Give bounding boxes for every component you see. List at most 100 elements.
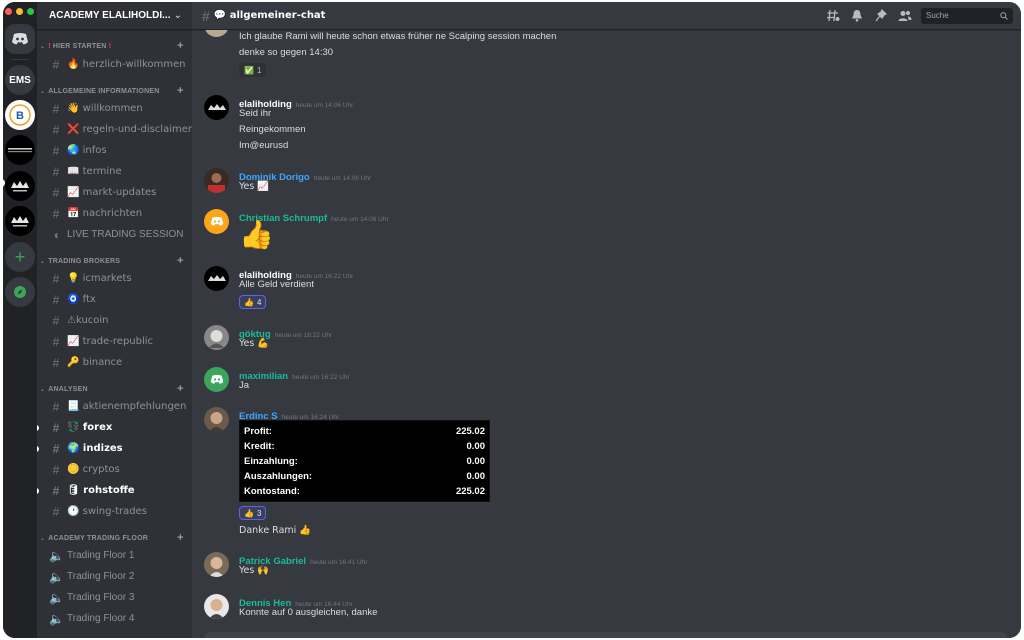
channel-rohstoffe[interactable]: # 🛢 rohstoffe: [37, 480, 192, 501]
add-channel-icon[interactable]: +: [177, 38, 184, 52]
category-label: ACADEMY TRADING FLOOR: [48, 534, 148, 542]
hash-icon: #: [52, 143, 60, 158]
avatar[interactable]: [204, 30, 229, 37]
server-elali-trading[interactable]: [5, 135, 35, 165]
category-label: ANALYSEN: [48, 385, 88, 393]
hash-icon: #: [52, 292, 60, 307]
hash-icon: #: [52, 206, 60, 221]
avatar[interactable]: [204, 266, 229, 291]
channel-sidebar: ACADEMY ELALIHOLDI... ⌄ ⌄ ! HIER STARTEN…: [37, 2, 192, 638]
hash-icon: #: [52, 483, 60, 498]
add-channel-icon[interactable]: +: [177, 381, 184, 395]
server-academy-1[interactable]: [5, 171, 35, 201]
avatar[interactable]: [204, 168, 229, 193]
server-b[interactable]: B: [5, 100, 35, 130]
channel-nachrichten[interactable]: # 📅 nachrichten: [37, 203, 192, 224]
reaction-thumbs-up[interactable]: 👍 4: [239, 295, 267, 309]
search-placeholder: Suche: [926, 11, 949, 20]
message-composer[interactable]: [204, 632, 1007, 638]
minimize-dot[interactable]: [16, 8, 23, 15]
avatar[interactable]: [204, 552, 229, 577]
add-channel-icon[interactable]: +: [177, 83, 184, 97]
chat-area: # 💬 allgemeiner-chat Suche Ich glaube Ra…: [192, 2, 1021, 638]
reaction-check[interactable]: ✅ 1: [239, 63, 267, 77]
avatar[interactable]: [204, 209, 229, 234]
channel-swing-trades[interactable]: # 🕐 swing-trades: [37, 501, 192, 522]
explore-servers-button[interactable]: [5, 277, 35, 307]
channel-ftx[interactable]: # 🧿 ftx: [37, 289, 192, 310]
category-analysen[interactable]: ⌄ ANALYSEN +: [37, 381, 192, 396]
category-academy-trading-floor[interactable]: ⌄ ACADEMY TRADING FLOOR +: [37, 530, 192, 545]
avatar[interactable]: [204, 407, 229, 432]
hash-icon: #: [52, 441, 60, 456]
timestamp: heute um 16:22 Uhr: [274, 332, 333, 339]
voice-trading-floor-4[interactable]: 🔈 Trading Floor 4: [37, 608, 192, 629]
add-channel-icon[interactable]: +: [177, 253, 184, 267]
channel-termine[interactable]: # 📖 termine: [37, 161, 192, 182]
voice-trading-floor-1[interactable]: 🔈 Trading Floor 1: [37, 545, 192, 566]
hash-icon: #: [52, 313, 60, 328]
stage-live-trading-session[interactable]: ◖ LIVE TRADING SESSION: [37, 224, 192, 245]
category-arrow-icon: ⌄: [40, 88, 46, 95]
window-controls: [3, 8, 37, 16]
speaker-icon: 🔈: [49, 590, 64, 605]
channel-forex[interactable]: # 💱 forex: [37, 417, 192, 438]
channel-indizes[interactable]: # 🌍 indizes: [37, 438, 192, 459]
channel-infos[interactable]: # 🌏 infos: [37, 140, 192, 161]
hash-icon: #: [52, 271, 60, 286]
close-dot[interactable]: [5, 8, 12, 15]
timestamp: heute um 14:06 Uhr: [295, 102, 354, 109]
account-summary-image[interactable]: Profit: 225.02 Kredit: 0.00 Einzahlung: 0.0…: [239, 420, 490, 502]
add-channel-icon[interactable]: +: [177, 530, 184, 544]
table-row: Kontostand: 225.02: [244, 486, 485, 497]
category-trading-brokers[interactable]: ⌄ TRADING BROKERS +: [37, 253, 192, 268]
channel-icmarkets[interactable]: # 💡 icmarkets: [37, 268, 192, 289]
search-icon: [1000, 11, 1008, 20]
table-row: Profit: 225.02: [244, 426, 485, 437]
channel-trade-republic[interactable]: # 📈 trade-republic: [37, 331, 192, 352]
channel-title: 💬 allgemeiner-chat: [213, 10, 326, 21]
discord-logo-icon: [12, 33, 28, 45]
zoom-dot[interactable]: [27, 8, 34, 15]
bull-bear-logo-icon: [11, 181, 29, 192]
hash-icon: #: [52, 57, 60, 72]
avatar[interactable]: [204, 325, 229, 350]
svg-text:B: B: [16, 110, 24, 122]
category-label: ALLGEMEINE INFORMATIONEN: [48, 87, 160, 95]
category-allgemeine-informationen[interactable]: ⌄ ALLGEMEINE INFORMATIONEN +: [37, 83, 192, 98]
unread-indicator: [37, 488, 39, 494]
server-academy-2[interactable]: [5, 206, 35, 236]
voice-trading-floor-3[interactable]: 🔈 Trading Floor 3: [37, 587, 192, 608]
channel-aktienempfehlungen[interactable]: # 📃 aktienempfehlungen: [37, 396, 192, 417]
timestamp: heute um 16:22 Uhr: [292, 374, 350, 381]
category-hier-starten[interactable]: ⌄ ! HIER STARTEN ! +: [37, 38, 192, 53]
channel-cryptos[interactable]: # 🪙 cryptos: [37, 459, 192, 480]
table-row: Einzahlung: 0.00: [244, 456, 485, 467]
hash-icon: #: [52, 420, 60, 435]
table-row: Kredit: 0.00: [244, 441, 485, 452]
channel-willkommen[interactable]: # 👋 willkommen: [37, 98, 192, 119]
hash-icon: #: [52, 355, 60, 370]
members-icon[interactable]: [897, 8, 913, 24]
channel-kucoin[interactable]: # ⚠kucoin: [37, 310, 192, 331]
add-server-button[interactable]: +: [5, 242, 35, 272]
avatar[interactable]: [204, 594, 229, 619]
discord-home-button[interactable]: [5, 24, 35, 54]
speaker-icon: 🔈: [49, 548, 64, 563]
server-rail: EMS B +: [3, 2, 37, 638]
server-header[interactable]: ACADEMY ELALIHOLDI... ⌄: [37, 2, 192, 30]
bell-icon[interactable]: [849, 8, 865, 24]
channel-markt-updates[interactable]: # 📈 markt-updates: [37, 182, 192, 203]
search-input[interactable]: Suche: [921, 7, 1013, 24]
channel-regeln-und-disclaimer[interactable]: # ❌ regeln-und-disclaimer: [37, 119, 192, 140]
reaction-thumbs-up[interactable]: 👍 3: [239, 506, 267, 520]
channel-herzlich-willkommen[interactable]: # 🔥 herzlich-willkommen: [37, 54, 192, 75]
server-ems[interactable]: EMS: [5, 65, 35, 95]
voice-trading-floor-2[interactable]: 🔈 Trading Floor 2: [37, 566, 192, 587]
threads-icon[interactable]: [825, 8, 841, 24]
pin-icon[interactable]: [873, 8, 889, 24]
channel-binance[interactable]: # 🔑 binance: [37, 352, 192, 373]
avatar[interactable]: [204, 95, 229, 120]
avatar[interactable]: [204, 367, 229, 392]
speaker-icon: 🔈: [49, 611, 64, 626]
